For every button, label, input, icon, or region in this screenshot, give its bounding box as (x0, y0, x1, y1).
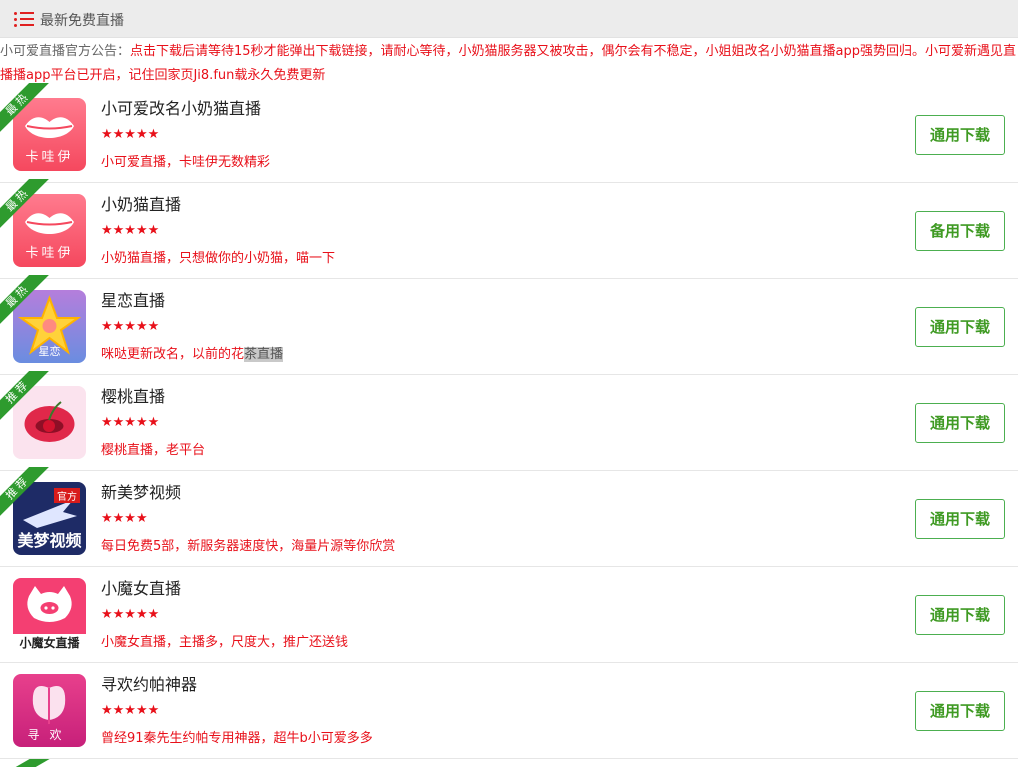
download-button[interactable]: 通用下载 (915, 403, 1005, 443)
app-list-item[interactable]: 星恋 最热 星恋直播 ★★★★★ 咪哒更新改名，以前的花茶直播 通用下载 (0, 275, 1018, 375)
app-description: 曾经91秦先生约帕专用神器，超牛b小可爱多多 (101, 731, 373, 746)
app-name[interactable]: 新美梦视频 (101, 479, 181, 503)
app-description: 小奶猫直播，只想做你的小奶猫，喵一下 (101, 251, 336, 266)
app-list-item[interactable]: 卡哇伊 最热 小奶猫直播 ★★★★★ 小奶猫直播，只想做你的小奶猫，喵一下 备用… (0, 179, 1018, 279)
backup-download-button[interactable]: 备用下载 (915, 211, 1005, 251)
star-rating: ★★★★★ (101, 703, 160, 718)
app-list-item[interactable]: 卡哇伊 最热 小可爱改名小奶猫直播 ★★★★★ 小可爱直播，卡哇伊无数精彩 通用… (0, 83, 1018, 183)
star-rating: ★★★★★ (101, 607, 160, 622)
announcement-text: 点击下载后请等待15秒才能弹出下载链接，请耐心等待，小奶猫服务器又被攻击，偶尔会… (0, 44, 1017, 83)
app-icon-caption: 星恋 (38, 345, 61, 358)
list-icon (14, 11, 34, 27)
app-description: 咪哒更新改名，以前的花茶直播 (101, 347, 284, 362)
ribbon-badge: 推荐 (0, 371, 50, 423)
ribbon-badge: 最热 (0, 179, 50, 231)
app-description: 樱桃直播，老平台 (101, 443, 206, 458)
section-header: 最新免费直播 (0, 0, 1018, 38)
app-icon-caption: 美梦视频 (17, 531, 82, 550)
star-rating: ★★★★★ (101, 415, 160, 430)
ribbon-badge: 推荐 (0, 467, 50, 519)
download-button[interactable]: 通用下载 (915, 691, 1005, 731)
star-rating: ★★★★★ (101, 223, 160, 238)
butterfly-icon[interactable]: 寻欢 (13, 674, 86, 747)
app-name[interactable]: 小可爱改名小奶猫直播 (101, 95, 261, 119)
app-name[interactable]: 小魔女直播 (101, 575, 181, 599)
app-icon-caption: 寻欢 (27, 728, 72, 742)
app-name[interactable]: 小奶猫直播 (101, 191, 181, 215)
ribbon-badge: 最热 (0, 275, 50, 327)
app-name[interactable]: 星恋直播 (101, 287, 165, 311)
app-description: 每日免费5部，新服务器速度快，海量片源等你欣赏 (101, 539, 396, 554)
star-rating: ★★★★★ (101, 127, 160, 142)
download-button[interactable]: 通用下载 (915, 595, 1005, 635)
app-name[interactable]: 樱桃直播 (101, 383, 165, 407)
app-list-item[interactable]: 官方 美梦视频 推荐 新美梦视频 ★★★★ 每日免费5部，新服务器速度快，海量片… (0, 467, 1018, 567)
star-rating: ★★★★★ (101, 319, 160, 334)
download-button[interactable]: 通用下载 (915, 307, 1005, 347)
announcement-prefix: 小可爱直播官方公告： (0, 44, 131, 59)
app-name[interactable]: 寻欢约帕神器 (101, 671, 197, 695)
download-button[interactable]: 通用下载 (915, 499, 1005, 539)
ribbon-badge: 最热 (0, 83, 50, 135)
app-icon-caption: 卡哇伊 (25, 246, 74, 261)
cat-face-icon[interactable]: 小魔女直播 (13, 578, 86, 651)
app-icon-caption: 小魔女直播 (19, 636, 80, 650)
app-list-item[interactable]: 小魔女直播 小魔女直播 ★★★★★ 小魔女直播，主播多，尺度大，推广还送钱 通用… (0, 567, 1018, 663)
announcement: 小可爱直播官方公告：点击下载后请等待15秒才能弹出下载链接，请耐心等待，小奶猫服… (0, 40, 1018, 88)
app-list-item[interactable]: 寻欢 寻欢约帕神器 ★★★★★ 曾经91秦先生约帕专用神器，超牛b小可爱多多 通… (0, 663, 1018, 759)
next-item-ribbon-partial (0, 759, 50, 767)
app-description: 小可爱直播，卡哇伊无数精彩 (101, 155, 271, 170)
app-icon-caption: 卡哇伊 (25, 150, 74, 165)
download-button[interactable]: 通用下载 (915, 115, 1005, 155)
section-title: 最新免费直播 (40, 13, 124, 29)
star-rating: ★★★★ (101, 511, 148, 526)
official-tag: 官方 (54, 488, 80, 503)
app-list-item[interactable]: 推荐 樱桃直播 ★★★★★ 樱桃直播，老平台 通用下载 (0, 371, 1018, 471)
app-description: 小魔女直播，主播多，尺度大，推广还送钱 (101, 635, 349, 650)
